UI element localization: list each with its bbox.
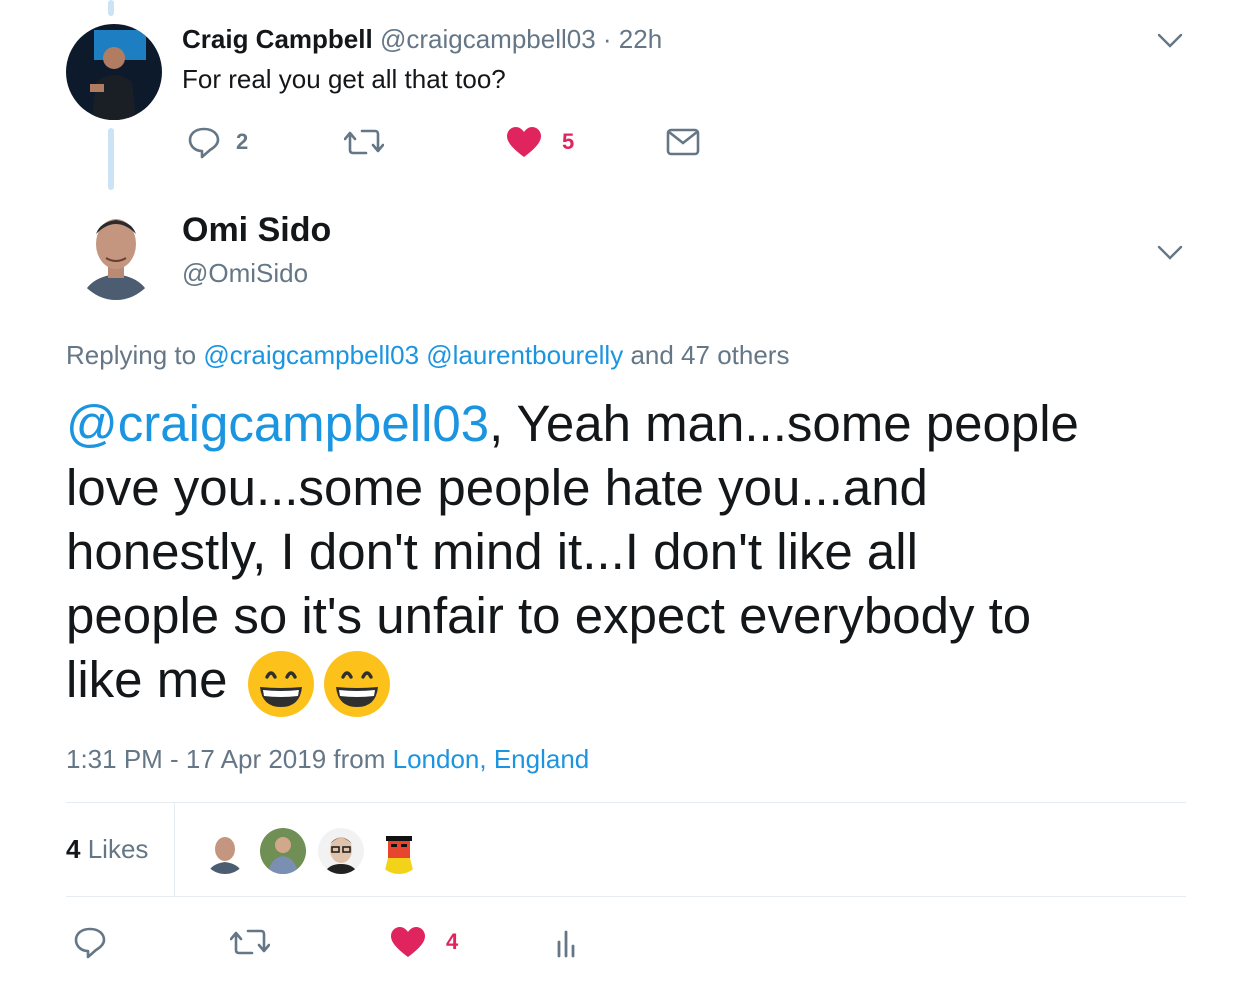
liker-avatar[interactable]: [316, 826, 366, 876]
grinning-emoji: [323, 650, 390, 717]
tweet-line-5: like me: [66, 648, 1079, 719]
heart-icon: [391, 927, 425, 957]
liker-avatar[interactable]: [200, 826, 250, 876]
like-action[interactable]: 5: [506, 126, 574, 158]
likes-stat[interactable]: 4 Likes: [66, 832, 148, 866]
like-count-main: 4: [446, 929, 459, 954]
tweet-line-1: @craigcampbell03, Yeah man...some people: [66, 392, 1079, 456]
grinning-emoji: [247, 650, 314, 717]
like-count: 5: [562, 129, 575, 154]
author-handle-omi[interactable]: @OmiSido: [182, 256, 308, 290]
tweet-timestamp: 1:31 PM - 17 Apr 2019 from London, Engla…: [66, 742, 589, 776]
reply-icon: [74, 927, 106, 959]
tweet-line-2: love you...some people hate you...and: [66, 459, 928, 516]
reply-tweet-text: For real you get all that too?: [182, 64, 506, 94]
reply-action-main[interactable]: [72, 924, 108, 960]
thread-line-top: [108, 0, 114, 16]
location-link[interactable]: London, England: [393, 744, 590, 774]
mail-icon: [666, 128, 700, 156]
like-action-main[interactable]: 4: [390, 926, 458, 958]
avatar-craig[interactable]: [66, 24, 162, 120]
mention-link[interactable]: @laurentbourelly: [426, 340, 623, 370]
retweet-action[interactable]: [344, 126, 384, 158]
chevron-down-icon[interactable]: [1156, 240, 1184, 269]
author-name-omi[interactable]: Omi Sido: [182, 208, 331, 252]
likes-count: 4: [66, 834, 81, 864]
reply-icon: [188, 127, 220, 159]
avatar-omi[interactable]: [72, 204, 160, 300]
divider-bottom: [66, 896, 1186, 897]
liker-avatar[interactable]: [374, 826, 424, 876]
dm-action[interactable]: [666, 128, 700, 156]
body-text-1: , Yeah man...some people: [489, 395, 1079, 452]
handle-time-craig: @craigcampbell03 · 22h: [379, 24, 663, 54]
likes-separator: [174, 802, 175, 896]
timestamp-text[interactable]: 1:31 PM - 17 Apr 2019 from: [66, 744, 385, 774]
replying-prefix: Replying to: [66, 340, 197, 370]
analytics-icon: [557, 930, 575, 958]
body-text-5: like me: [66, 651, 228, 708]
mention-link[interactable]: @craigcampbell03: [203, 340, 419, 370]
body-mention-link[interactable]: @craigcampbell03: [66, 395, 489, 452]
reply-tweet-header: Craig Campbell @craigcampbell03 · 22h: [182, 22, 662, 56]
author-name-craig[interactable]: Craig Campbell: [182, 24, 373, 54]
replying-suffix[interactable]: and 47 others: [630, 340, 789, 370]
retweet-icon: [344, 129, 384, 155]
likes-label: Likes: [87, 834, 149, 864]
reply-count: 2: [236, 129, 249, 154]
tweet-line-3: honestly, I don't mind it...I don't like…: [66, 523, 918, 580]
reply-action[interactable]: 2: [186, 124, 248, 160]
chevron-down-icon[interactable]: [1156, 28, 1184, 57]
divider-top: [66, 802, 1186, 803]
replying-to: Replying to @craigcampbell03 @laurentbou…: [66, 338, 789, 372]
heart-icon: [507, 127, 541, 157]
tweet-line-4: people so it's unfair to expect everybod…: [66, 587, 1032, 644]
analytics-action[interactable]: [556, 926, 580, 958]
retweet-action-main[interactable]: [230, 926, 270, 958]
thread-line-mid: [108, 128, 114, 190]
tweet-body: @craigcampbell03, Yeah man...some people…: [66, 392, 1079, 719]
liker-avatar[interactable]: [258, 826, 308, 876]
retweet-icon: [230, 929, 270, 955]
